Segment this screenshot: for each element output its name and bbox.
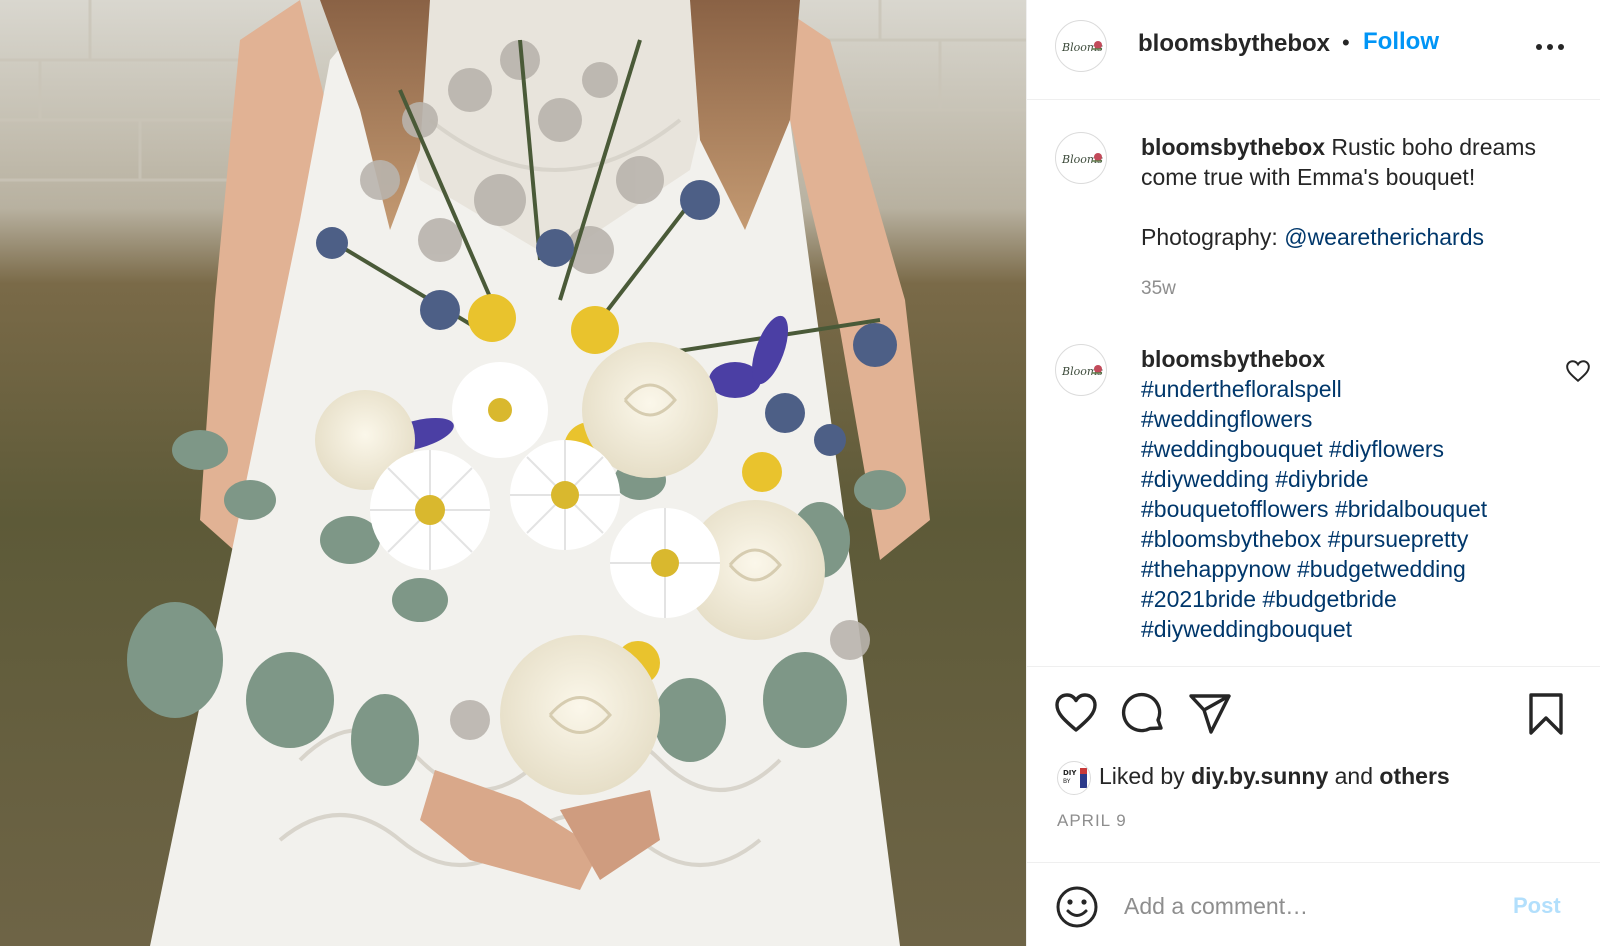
hashtag-link[interactable]: #underthefloralspell bbox=[1141, 376, 1342, 402]
comment-like-heart-icon[interactable] bbox=[1565, 359, 1591, 383]
emoji-icon[interactable] bbox=[1055, 885, 1099, 929]
hashtag-link[interactable]: #diybride bbox=[1275, 466, 1368, 492]
heart-icon[interactable] bbox=[1053, 691, 1099, 737]
liked-by-prefix: Liked by bbox=[1099, 763, 1185, 789]
post-comment-button[interactable]: Post bbox=[1513, 893, 1561, 919]
svg-text:BY: BY bbox=[1063, 778, 1071, 785]
caption-time-ago[interactable]: 35w bbox=[1141, 278, 1176, 300]
hashtag-link[interactable]: #bloomsbythebox bbox=[1141, 526, 1321, 552]
comments-section[interactable]: Blooms bloomsbythebox Rustic boho dreams… bbox=[1027, 100, 1600, 666]
hashtag-link[interactable]: #diyweddingbouquet bbox=[1141, 616, 1352, 642]
more-horizontal-icon[interactable] bbox=[1532, 32, 1568, 62]
hashtag-comment: bloomsbythebox #underthefloralspell #wed… bbox=[1141, 344, 1551, 644]
author-avatar[interactable]: Blooms bbox=[1055, 20, 1107, 72]
diy-by-sunny-logo: DIY BY bbox=[1063, 768, 1087, 788]
hashtag-list: #underthefloralspell #weddingflowers #we… bbox=[1141, 374, 1551, 644]
hashtag-link[interactable]: #weddingflowers bbox=[1141, 406, 1312, 432]
hashtag-link[interactable]: #budgetbride bbox=[1263, 586, 1397, 612]
hashtag-link[interactable]: #pursuepretty bbox=[1328, 526, 1469, 552]
hashtag-link[interactable]: #budgetwedding bbox=[1297, 556, 1466, 582]
hashtag-link[interactable]: #diyflowers bbox=[1329, 436, 1444, 462]
hashtag-link[interactable]: #weddingbouquet bbox=[1141, 436, 1323, 462]
comment-icon[interactable] bbox=[1121, 691, 1167, 737]
hashtag-link[interactable]: #thehappynow bbox=[1141, 556, 1291, 582]
liked-by-and: and bbox=[1334, 763, 1373, 789]
liker-avatar[interactable]: DIY BY bbox=[1057, 761, 1091, 795]
liked-by-user-link[interactable]: diy.by.sunny bbox=[1191, 763, 1328, 789]
blooms-logo: Blooms bbox=[1061, 41, 1103, 54]
post-header: Blooms bloomsbythebox • Follow bbox=[1027, 0, 1600, 100]
post-date[interactable]: APRIL 9 bbox=[1057, 811, 1127, 831]
caption-avatar[interactable]: Blooms bbox=[1055, 132, 1107, 184]
post-photo[interactable] bbox=[0, 0, 1026, 946]
svg-text:DIY: DIY bbox=[1063, 769, 1077, 777]
post-side-panel: Blooms bloomsbythebox • Follow Blooms bl… bbox=[1026, 0, 1600, 946]
bouquet-photo-illustration bbox=[0, 0, 1026, 946]
caption-username[interactable]: bloomsbythebox bbox=[1141, 134, 1325, 160]
liked-by-text: Liked by diy.by.sunny and others bbox=[1099, 763, 1450, 790]
post-actions: DIY BY Liked by diy.by.sunny and others … bbox=[1027, 666, 1600, 862]
photographer-mention-link[interactable]: @wearetherichards bbox=[1284, 224, 1484, 250]
comment-username[interactable]: bloomsbythebox bbox=[1141, 346, 1325, 372]
add-comment-bar: Post bbox=[1027, 862, 1600, 946]
caption-photo-label: Photography: bbox=[1141, 224, 1278, 250]
follow-button[interactable]: Follow bbox=[1363, 28, 1439, 56]
hashtag-link[interactable]: #bouquetofflowers bbox=[1141, 496, 1329, 522]
liked-by-others-link[interactable]: others bbox=[1379, 763, 1449, 789]
header-username[interactable]: bloomsbythebox bbox=[1138, 30, 1330, 58]
hashtag-link[interactable]: #2021bride bbox=[1141, 586, 1256, 612]
comment-avatar[interactable]: Blooms bbox=[1055, 344, 1107, 396]
bookmark-icon[interactable] bbox=[1523, 691, 1569, 737]
comment-input[interactable] bbox=[1122, 885, 1486, 927]
hashtag-link[interactable]: #bridalbouquet bbox=[1335, 496, 1487, 522]
blooms-logo: Blooms bbox=[1061, 365, 1103, 378]
header-separator: • bbox=[1342, 30, 1350, 55]
instagram-post: Blooms bloomsbythebox • Follow Blooms bl… bbox=[0, 0, 1600, 946]
blooms-logo: Blooms bbox=[1061, 153, 1103, 166]
caption: bloomsbythebox Rustic boho dreams come t… bbox=[1141, 132, 1551, 252]
hashtag-link[interactable]: #diywedding bbox=[1141, 466, 1269, 492]
share-icon[interactable] bbox=[1187, 691, 1233, 737]
